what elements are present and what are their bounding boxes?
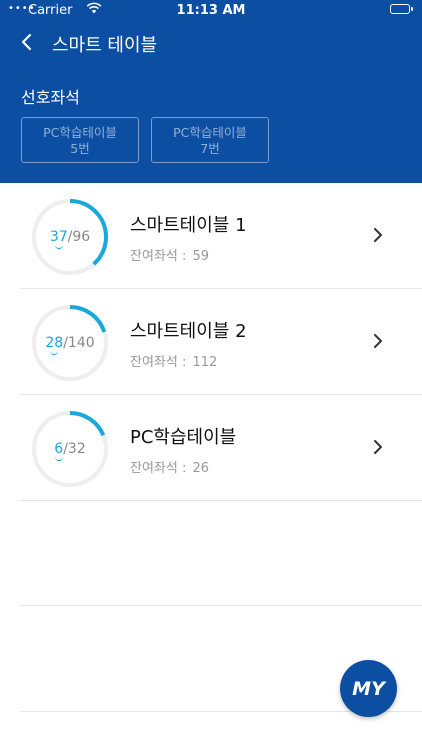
chevron-right-icon	[374, 440, 382, 454]
remaining-value: 112	[192, 355, 218, 370]
remaining-seats: 잔여좌석 : 112	[130, 351, 217, 370]
occupancy-count: 37/96	[30, 197, 110, 277]
remaining-label: 잔여좌석 :	[130, 249, 187, 264]
total-seats: 140	[67, 335, 95, 351]
chevron-right-icon	[374, 334, 382, 348]
used-seats: 37	[49, 229, 68, 249]
favorite-seat-button[interactable]: PC학습테이블 7번	[151, 117, 269, 163]
remaining-seats: 잔여좌석 : 59	[130, 245, 209, 264]
remaining-label: 잔여좌석 :	[130, 461, 187, 476]
favorite-seat-number: 7번	[200, 141, 220, 156]
page-title: 스마트 테이블	[52, 35, 158, 56]
total-seats: 32	[67, 441, 86, 457]
status-bar: •••• Carrier 11:13 AM	[0, 0, 422, 22]
remaining-value: 59	[192, 249, 210, 264]
occupancy-count: 28/140	[30, 303, 110, 383]
favorite-seat-button[interactable]: PC학습테이블 5번	[21, 117, 139, 163]
occupancy-count: 6/32	[30, 409, 110, 489]
table-row[interactable]: 6/32 PC학습테이블 잔여좌석 : 26	[20, 395, 422, 501]
header-bar: •••• Carrier 11:13 AM 스마트 테이블 선호좌석 PC학습테…	[0, 0, 422, 183]
table-name: PC학습테이블	[130, 427, 237, 448]
clock: 11:13 AM	[176, 3, 246, 18]
used-seats: 6	[54, 441, 64, 461]
table-name: 스마트테이블 1	[130, 215, 247, 236]
empty-row-divider	[20, 605, 422, 606]
used-seats: 28	[45, 335, 64, 355]
remaining-label: 잔여좌석 :	[130, 355, 187, 370]
favorites-label: 선호좌석	[21, 88, 80, 107]
favorite-seat-number: 5번	[70, 141, 90, 156]
chevron-right-icon	[374, 228, 382, 242]
remaining-value: 26	[192, 461, 210, 476]
my-button[interactable]: MY	[340, 660, 397, 717]
total-seats: 96	[72, 229, 91, 245]
battery-icon	[390, 4, 413, 14]
favorite-seat-table: PC학습테이블	[43, 125, 117, 140]
table-row[interactable]: 28/140 스마트테이블 2 잔여좌석 : 112	[20, 289, 422, 395]
remaining-seats: 잔여좌석 : 26	[130, 457, 209, 476]
table-row[interactable]: 37/96 스마트테이블 1 잔여좌석 : 59	[20, 183, 422, 289]
table-name: 스마트테이블 2	[130, 321, 247, 342]
back-chevron-icon[interactable]	[16, 31, 38, 53]
favorite-seat-table: PC학습테이블	[173, 125, 247, 140]
